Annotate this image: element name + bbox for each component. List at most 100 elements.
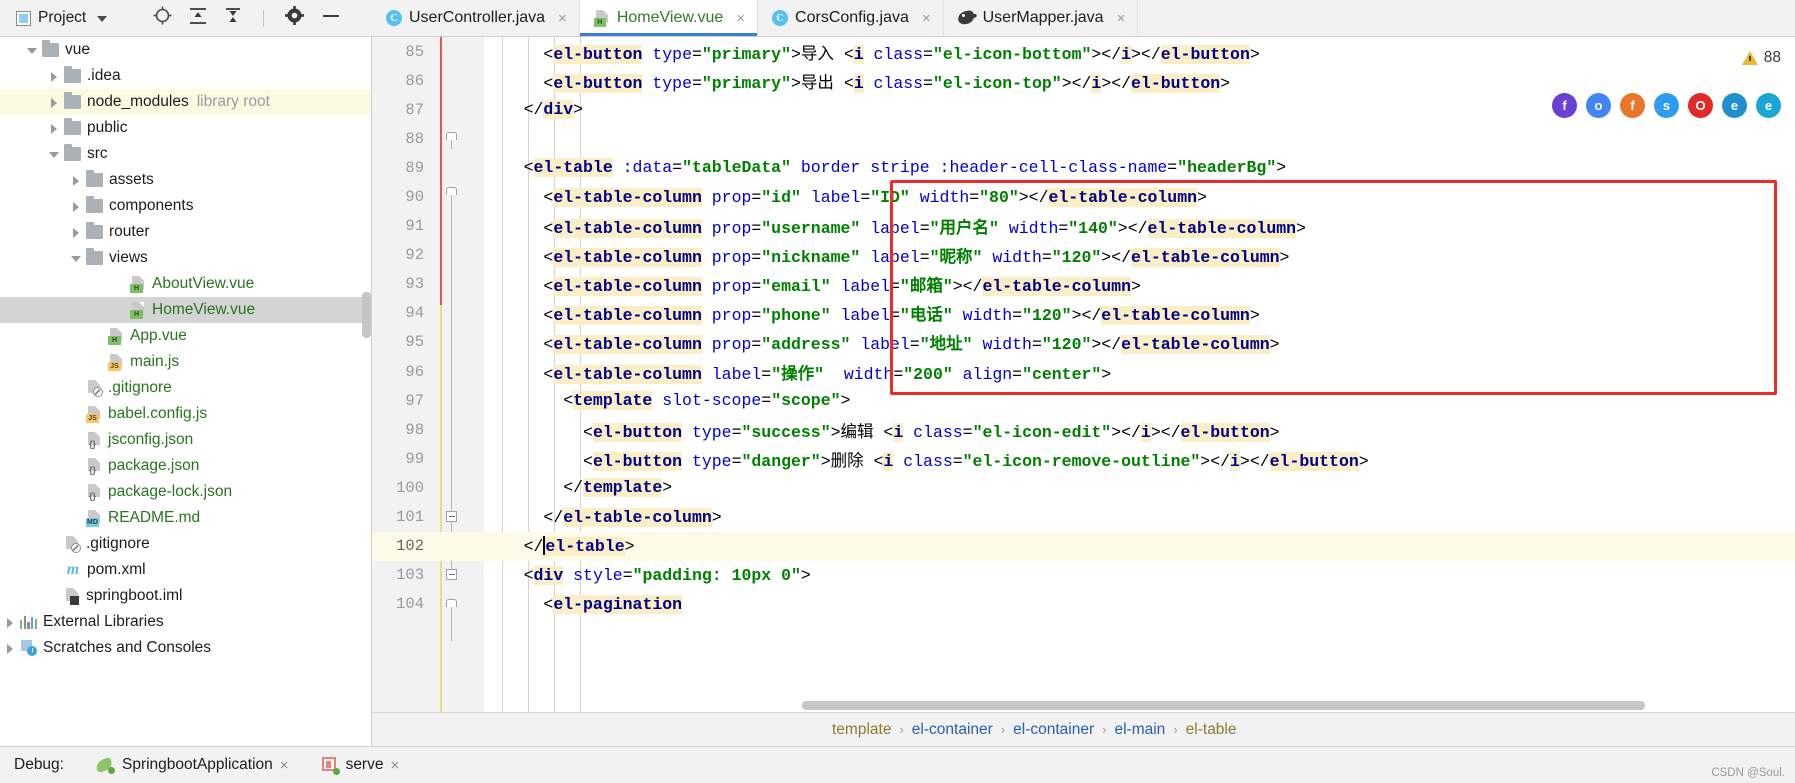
minimize-icon[interactable] — [321, 7, 341, 30]
code-line[interactable]: 85 <el-button type="primary">导入 <i class… — [372, 37, 1795, 66]
firefox-dev-icon[interactable]: f — [1552, 93, 1577, 118]
editor-tab-corsconfig-java[interactable]: CCorsConfig.java× — [758, 0, 944, 36]
code-line[interactable]: 100 </template> — [372, 473, 1795, 502]
chevron-right-icon[interactable] — [4, 616, 17, 629]
project-tree-scrollbar[interactable] — [362, 292, 371, 338]
breadcrumb-item-el-table[interactable]: el-table — [1186, 721, 1237, 739]
code-line[interactable]: 93 <el-table-column prop="email" label="… — [372, 270, 1795, 299]
tree-item-babel-config-js[interactable]: JSbabel.config.js — [0, 401, 371, 427]
toolbar-divider — [263, 10, 264, 27]
collapse-all-icon[interactable] — [224, 7, 242, 30]
close-icon[interactable]: × — [1117, 11, 1126, 26]
chevron-down-icon[interactable] — [26, 44, 39, 57]
editor-horizontal-scrollbar[interactable] — [802, 701, 1645, 710]
run-config-springboot[interactable]: SpringbootApplication × — [96, 756, 289, 774]
chevron-right-icon[interactable] — [48, 70, 61, 83]
tree-item-external-libraries[interactable]: External Libraries — [0, 609, 371, 635]
close-icon[interactable]: × — [922, 11, 931, 26]
browser-launch-row[interactable]: f o f s O e e — [1552, 93, 1781, 118]
close-icon[interactable]: × — [558, 11, 567, 26]
tree-item-pom-xml[interactable]: mpom.xml — [0, 557, 371, 583]
close-icon[interactable]: × — [280, 757, 289, 774]
tree-item-app-vue[interactable]: HApp.vue — [0, 323, 371, 349]
code-line[interactable]: 103 <div style="padding: 10px 0"> — [372, 561, 1795, 590]
editor-tab-usermapper-java[interactable]: UserMapper.java× — [944, 0, 1139, 36]
inspection-warning-badge[interactable]: 88 — [1742, 49, 1781, 67]
editor-tab-homeview-vue[interactable]: HHomeView.vue× — [580, 0, 758, 36]
code-line[interactable]: 89 <el-table :data="tableData" border st… — [372, 153, 1795, 182]
expand-all-icon[interactable] — [189, 7, 207, 30]
tree-item-homeview-vue[interactable]: HHomeView.vue — [0, 297, 371, 323]
locate-icon[interactable] — [153, 6, 172, 30]
code-editor[interactable]: 85 <el-button type="primary">导入 <i class… — [372, 37, 1795, 746]
run-config-serve[interactable]: serve × — [321, 756, 400, 774]
edge-icon[interactable]: e — [1756, 93, 1781, 118]
tree-item-gitignore[interactable]: .gitignore — [0, 531, 371, 557]
edge-legacy-icon[interactable]: e — [1722, 93, 1747, 118]
code-area[interactable]: 85 <el-button type="primary">导入 <i class… — [372, 37, 1795, 712]
project-tree[interactable]: vue.ideanode_moduleslibrary rootpublicsr… — [0, 37, 372, 746]
chevron-right-icon[interactable] — [70, 200, 83, 213]
chevron-right-icon[interactable] — [4, 642, 17, 655]
breadcrumb-item-el-main[interactable]: el-main — [1114, 721, 1165, 739]
breadcrumb-item-template[interactable]: template — [832, 721, 891, 739]
breadcrumb-item-el-container[interactable]: el-container — [912, 721, 993, 739]
tree-item-node-modules[interactable]: node_moduleslibrary root — [0, 89, 371, 115]
code-line[interactable]: 92 <el-table-column prop="nickname" labe… — [372, 241, 1795, 270]
tree-item-components[interactable]: components — [0, 193, 371, 219]
code-line[interactable]: 104 <el-pagination — [372, 590, 1795, 619]
tree-item-views[interactable]: views — [0, 245, 371, 271]
chevron-right-icon[interactable] — [48, 96, 61, 109]
chevron-right-icon[interactable] — [70, 226, 83, 239]
tree-item-src[interactable]: src — [0, 141, 371, 167]
code-lines[interactable]: 85 <el-button type="primary">导入 <i class… — [372, 37, 1795, 712]
line-number: 103 — [372, 566, 424, 584]
chevron-down-icon[interactable] — [97, 16, 107, 22]
tree-item-idea[interactable]: .idea — [0, 63, 371, 89]
tree-item-springboot-iml[interactable]: springboot.iml — [0, 583, 371, 609]
code-line[interactable]: 97 <template slot-scope="scope"> — [372, 386, 1795, 415]
line-number: 94 — [372, 304, 424, 322]
external-libraries-icon — [20, 615, 37, 629]
opera-icon[interactable]: O — [1688, 93, 1713, 118]
code-line[interactable]: 94 <el-table-column prop="phone" label="… — [372, 299, 1795, 328]
code-line[interactable]: 101 </el-table-column> — [372, 503, 1795, 532]
tree-item-public[interactable]: public — [0, 115, 371, 141]
tree-item-scratches-and-consoles[interactable]: Scratches and Consoles — [0, 635, 371, 661]
code-line[interactable]: 98 <el-button type="success">编辑 <i class… — [372, 415, 1795, 444]
gear-icon[interactable] — [285, 6, 304, 30]
tree-item-assets[interactable]: assets — [0, 167, 371, 193]
tree-item-label: App.vue — [130, 327, 187, 345]
tree-item-gitignore[interactable]: .gitignore — [0, 375, 371, 401]
tree-item-vue[interactable]: vue — [0, 37, 371, 63]
chrome-icon[interactable]: o — [1586, 93, 1611, 118]
tree-item-package-json[interactable]: {}package.json — [0, 453, 371, 479]
close-icon[interactable]: × — [390, 757, 399, 774]
chevron-right-icon[interactable] — [48, 122, 61, 135]
code-line[interactable]: 86 <el-button type="primary">导出 <i class… — [372, 66, 1795, 95]
tree-item-router[interactable]: router — [0, 219, 371, 245]
chevron-right-icon[interactable] — [70, 174, 83, 187]
firefox-icon[interactable]: f — [1620, 93, 1645, 118]
editor-tab-usercontroller-java[interactable]: CUserController.java× — [372, 0, 580, 36]
tree-item-aboutview-vue[interactable]: HAboutView.vue — [0, 271, 371, 297]
code-line[interactable]: 91 <el-table-column prop="username" labe… — [372, 212, 1795, 241]
code-line[interactable]: 99 <el-button type="danger">删除 <i class=… — [372, 444, 1795, 473]
close-icon[interactable]: × — [736, 11, 745, 26]
project-title-button[interactable]: Project — [6, 9, 107, 27]
code-line[interactable]: 96 <el-table-column label="操作" width="20… — [372, 357, 1795, 386]
tree-item-readme-md[interactable]: MDREADME.md — [0, 505, 371, 531]
tree-item-jsconfig-json[interactable]: {}jsconfig.json — [0, 427, 371, 453]
code-line[interactable]: 95 <el-table-column prop="address" label… — [372, 328, 1795, 357]
line-number: 96 — [372, 363, 424, 381]
safari-icon[interactable]: s — [1654, 93, 1679, 118]
breadcrumb-item-el-container[interactable]: el-container — [1013, 721, 1094, 739]
json-file-icon: {} — [86, 458, 102, 475]
chevron-down-icon[interactable] — [70, 252, 83, 265]
tree-item-main-js[interactable]: JSmain.js — [0, 349, 371, 375]
code-line[interactable]: 88 — [372, 124, 1795, 153]
tree-item-package-lock-json[interactable]: {}package-lock.json — [0, 479, 371, 505]
code-line[interactable]: 90 <el-table-column prop="id" label="ID"… — [372, 182, 1795, 211]
chevron-down-icon[interactable] — [48, 148, 61, 161]
code-line[interactable]: 102 </el-table> — [372, 532, 1795, 561]
